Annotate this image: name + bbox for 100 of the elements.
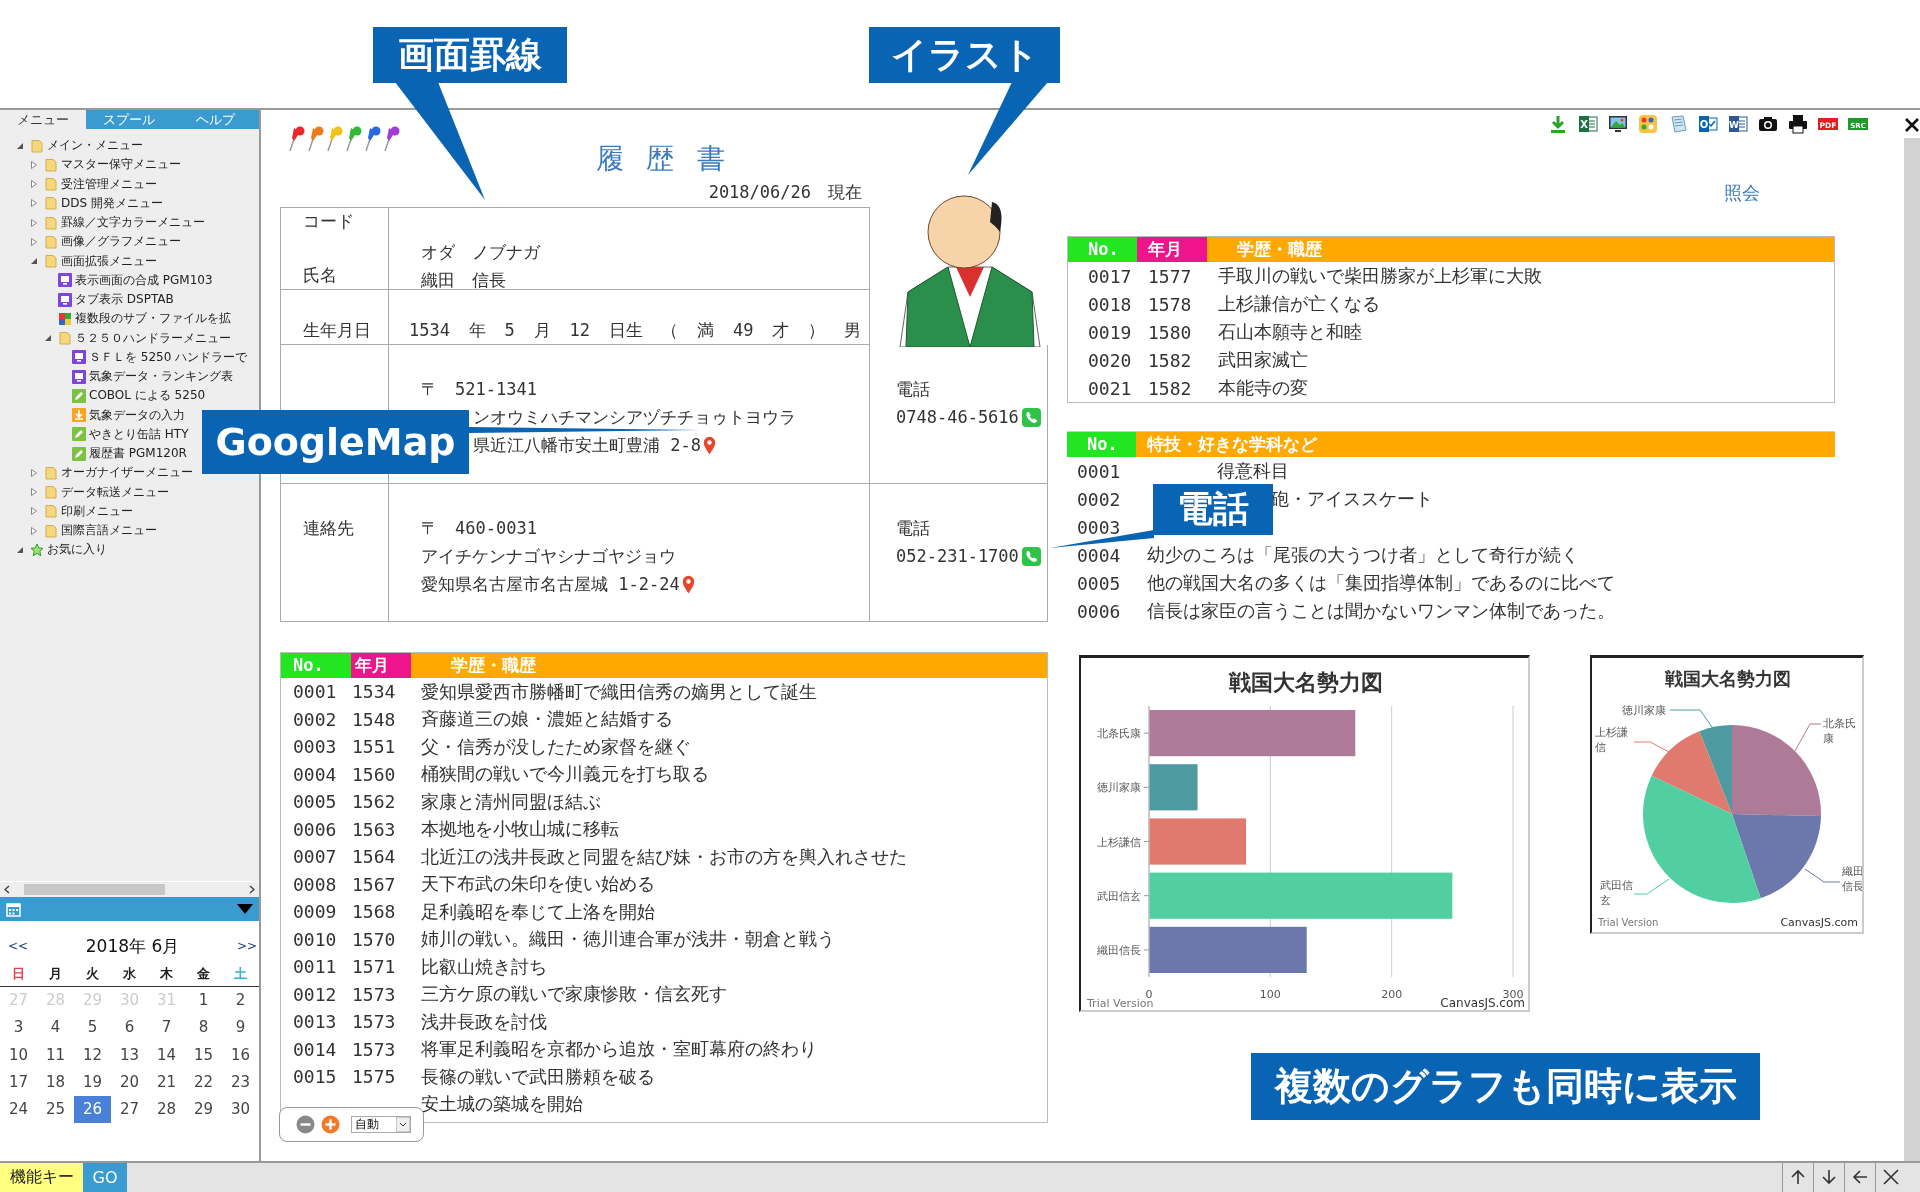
expand-arrow-icon[interactable] (30, 488, 38, 497)
calendar-day[interactable]: 23 (222, 1068, 259, 1097)
menu-item[interactable]: 罫線／文字カラーメニュー (61, 214, 205, 232)
calendar-day[interactable]: 9 (222, 1014, 259, 1042)
camera-icon[interactable] (1758, 114, 1778, 134)
next-month-link[interactable]: >> (236, 939, 257, 953)
map-pin-icon[interactable] (702, 435, 716, 455)
calendar-day[interactable]: 7 (148, 1014, 185, 1042)
menu-item[interactable]: 気象データ・ランキング表 (89, 368, 233, 386)
table-cell: 0017 (1088, 265, 1132, 287)
menu-item[interactable]: オーガナイザーメニュー (61, 464, 193, 482)
calendar-day[interactable]: 8 (185, 1014, 222, 1042)
picture-icon[interactable] (1608, 114, 1628, 134)
calendar-day[interactable]: 18 (37, 1068, 74, 1097)
calendar-icon[interactable] (6, 901, 21, 917)
vertical-scrollbar[interactable] (1904, 138, 1920, 1161)
calendar-day[interactable]: 19 (74, 1068, 111, 1097)
calendar-day[interactable]: 12 (74, 1041, 111, 1069)
scroll-right-icon[interactable] (249, 885, 255, 894)
menu-item[interactable]: 印刷メニュー (61, 502, 133, 520)
calendar-day[interactable]: 1 (185, 987, 222, 1015)
menu-item[interactable]: やきとり缶詰 HTY (89, 425, 189, 443)
menu-item[interactable]: 表示画面の合成 PGM103 (75, 271, 213, 289)
notepad-icon[interactable] (1668, 114, 1688, 134)
scroll-left-icon[interactable] (4, 885, 10, 894)
inquiry-link[interactable]: 照会 (1724, 182, 1760, 203)
expand-arrow-icon[interactable] (30, 160, 38, 169)
map-pin-icon[interactable] (681, 574, 695, 594)
calendar-day[interactable]: 29 (185, 1096, 222, 1124)
calendar-day[interactable]: 17 (0, 1068, 37, 1097)
calendar-day[interactable]: 30 (222, 1096, 259, 1124)
menu-item[interactable]: マスター保守メニュー (61, 156, 181, 174)
expand-arrow-icon[interactable] (30, 218, 38, 227)
calendar-day[interactable]: 25 (37, 1096, 74, 1124)
zoom-select[interactable]: 自動 (351, 1116, 411, 1133)
menu-item[interactable]: 画像／グラフメニュー (61, 233, 181, 251)
menu-item[interactable]: ５２５０ハンドラーメニュー (75, 329, 231, 347)
calendar-day[interactable]: 3 (0, 1014, 37, 1042)
menu-item[interactable]: メイン・メニュー (47, 137, 143, 155)
collapse-arrow-icon[interactable] (44, 334, 52, 343)
palette-icon[interactable] (1638, 114, 1658, 134)
calendar-day[interactable]: 22 (185, 1068, 222, 1097)
dropdown-triangle-icon[interactable] (237, 904, 253, 914)
expand-arrow-icon[interactable] (30, 199, 38, 208)
left-arrow-icon[interactable] (1852, 1169, 1868, 1185)
close-icon[interactable] (1905, 118, 1919, 132)
calendar-day[interactable]: 14 (148, 1041, 185, 1069)
menu-item[interactable]: 国際言語メニュー (61, 522, 157, 540)
calendar-day[interactable]: 13 (111, 1041, 148, 1069)
calendar-day[interactable]: 16 (222, 1041, 259, 1069)
menu-item[interactable]: DDS 開発メニュー (61, 194, 163, 212)
calendar-day[interactable]: 4 (37, 1014, 74, 1042)
download-icon[interactable] (1548, 114, 1568, 134)
calendar-day[interactable]: 28 (148, 1096, 185, 1124)
expand-arrow-icon[interactable] (30, 468, 38, 477)
zoom-out-button[interactable] (296, 1115, 315, 1134)
table-cell: 父・信秀が没したため家督を継ぐ (421, 735, 691, 757)
function-key-button[interactable]: 機能キー (0, 1163, 83, 1192)
calendar-day[interactable]: 26 (74, 1096, 111, 1124)
previous-month-link[interactable]: << (8, 939, 29, 953)
phone-icon[interactable] (1021, 407, 1041, 427)
calendar-day[interactable]: 20 (111, 1068, 148, 1097)
table-cell: 武田家滅亡 (1218, 349, 1308, 370)
expand-arrow-icon[interactable] (30, 237, 38, 246)
collapse-arrow-icon[interactable] (16, 545, 24, 554)
horizontal-scrollbar[interactable] (0, 881, 259, 897)
calendar-day[interactable]: 15 (185, 1041, 222, 1069)
calendar-day[interactable]: 21 (148, 1068, 185, 1097)
document-title: 履 歴 書 (594, 141, 734, 176)
calendar-day[interactable]: 2 (222, 987, 259, 1015)
calendar-day[interactable]: 10 (0, 1041, 37, 1069)
zoom-in-button[interactable] (321, 1115, 340, 1134)
up-arrow-icon[interactable] (1790, 1169, 1806, 1185)
leader-line (1794, 723, 1822, 752)
weekday-label: 日 (11, 964, 26, 983)
down-arrow-icon[interactable] (1821, 1169, 1837, 1185)
print-icon[interactable] (1788, 114, 1808, 134)
collapse-arrow-icon[interactable] (16, 141, 24, 150)
calendar-day[interactable]: 11 (37, 1041, 74, 1069)
close-icon[interactable] (1883, 1169, 1899, 1185)
menu-item[interactable]: 画面拡張メニュー (61, 252, 157, 270)
phone-icon[interactable] (1021, 546, 1041, 566)
menu-item[interactable]: ＳＦＬを 5250 ハンドラーで (89, 348, 248, 366)
calendar-day[interactable]: 24 (0, 1096, 37, 1124)
calendar-day[interactable]: 27 (111, 1096, 148, 1124)
expand-arrow-icon[interactable] (30, 507, 38, 516)
expand-arrow-icon[interactable] (30, 526, 38, 535)
menu-item[interactable]: 複数段のサブ・ファイルを拡 (75, 310, 231, 328)
menu-item[interactable]: 履歴書 PGM120R (89, 445, 187, 463)
menu-item[interactable]: COBOL による 5250 (89, 387, 206, 405)
column-header: 学歴・職歴 (1207, 237, 1834, 262)
collapse-arrow-icon[interactable] (30, 257, 38, 266)
menu-item[interactable]: お気に入り (47, 541, 107, 559)
calendar-day[interactable]: 6 (111, 1014, 148, 1042)
menu-item[interactable]: 受注管理メニュー (61, 175, 157, 193)
expand-arrow-icon[interactable] (30, 180, 38, 189)
menu-item[interactable]: タブ表示 DSPTAB (75, 291, 174, 309)
menu-item[interactable]: 気象データの入力 (89, 406, 185, 424)
calendar-day[interactable]: 5 (74, 1014, 111, 1042)
menu-item[interactable]: データ転送メニュー (61, 483, 169, 501)
